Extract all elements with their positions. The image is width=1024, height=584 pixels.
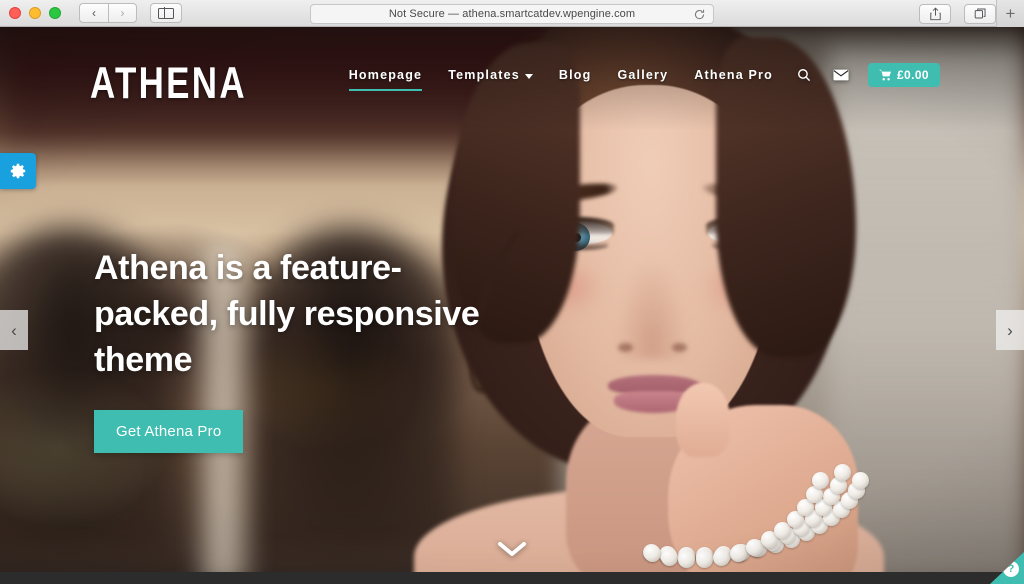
nav-label: Athena Pro: [694, 68, 773, 82]
site-header: ATHENA Homepage Templates Blog Gallery A…: [0, 27, 1024, 119]
nav-label: Gallery: [617, 68, 669, 82]
url-text: Not Secure — athena.smartcatdev.wpengine…: [388, 8, 636, 20]
hero-title: Athena is a feature-packed, fully respon…: [94, 249, 480, 380]
nav-label: Templates: [448, 68, 520, 82]
share-button[interactable]: [919, 3, 951, 24]
nav-item-athena-pro[interactable]: Athena Pro: [681, 68, 786, 82]
slider-prev-button[interactable]: ‹: [0, 310, 28, 350]
gear-icon: [10, 163, 26, 179]
page-content-edge: [0, 572, 1024, 584]
search-icon[interactable]: [786, 68, 822, 82]
toolbar-right-actions: +: [906, 0, 1024, 27]
hero-slider: ATHENA Homepage Templates Blog Gallery A…: [0, 27, 1024, 584]
browser-toolbar: ‹ › Not Secure — athena.smartcatdev.wpen…: [0, 0, 1024, 27]
theme-settings-button[interactable]: [0, 153, 36, 189]
main-navigation: Homepage Templates Blog Gallery Athena P…: [336, 63, 940, 91]
address-bar[interactable]: Not Secure — athena.smartcatdev.wpengine…: [310, 4, 714, 24]
new-tab-button[interactable]: +: [996, 0, 1024, 27]
cart-button[interactable]: £0.00: [867, 63, 940, 87]
back-button[interactable]: ‹: [79, 3, 108, 23]
nav-item-templates[interactable]: Templates: [435, 68, 546, 82]
close-window-button[interactable]: [9, 7, 21, 19]
forward-button[interactable]: ›: [108, 3, 137, 23]
show-tabs-button[interactable]: [964, 3, 996, 24]
sidebar-icon: [158, 7, 174, 19]
chevron-down-icon: [498, 542, 526, 556]
reload-icon[interactable]: [693, 8, 706, 21]
minimize-window-button[interactable]: [29, 7, 41, 19]
scroll-down-button[interactable]: [0, 541, 1024, 558]
site-logo[interactable]: ATHENA: [90, 59, 247, 110]
shopping-cart-icon: [878, 69, 891, 81]
navigation-buttons: ‹ ›: [79, 3, 137, 23]
window-controls: [0, 7, 61, 19]
nav-item-homepage[interactable]: Homepage: [336, 68, 436, 91]
page-viewport: ATHENA Homepage Templates Blog Gallery A…: [0, 27, 1024, 584]
get-athena-pro-button[interactable]: Get Athena Pro: [94, 409, 244, 453]
hero-content: Athena is a feature-packed, fully respon…: [94, 245, 514, 453]
nav-item-blog[interactable]: Blog: [546, 68, 605, 82]
nav-label: Homepage: [348, 68, 423, 82]
nav-item-gallery[interactable]: Gallery: [604, 68, 681, 82]
chevron-down-icon: [524, 73, 533, 79]
nav-label: Blog: [558, 68, 592, 82]
cart-total: £0.00: [896, 68, 929, 82]
mail-icon[interactable]: [822, 69, 860, 81]
maximize-window-button[interactable]: [49, 7, 61, 19]
sidebar-toggle-button[interactable]: [150, 3, 182, 23]
slider-next-button[interactable]: ›: [996, 310, 1024, 350]
